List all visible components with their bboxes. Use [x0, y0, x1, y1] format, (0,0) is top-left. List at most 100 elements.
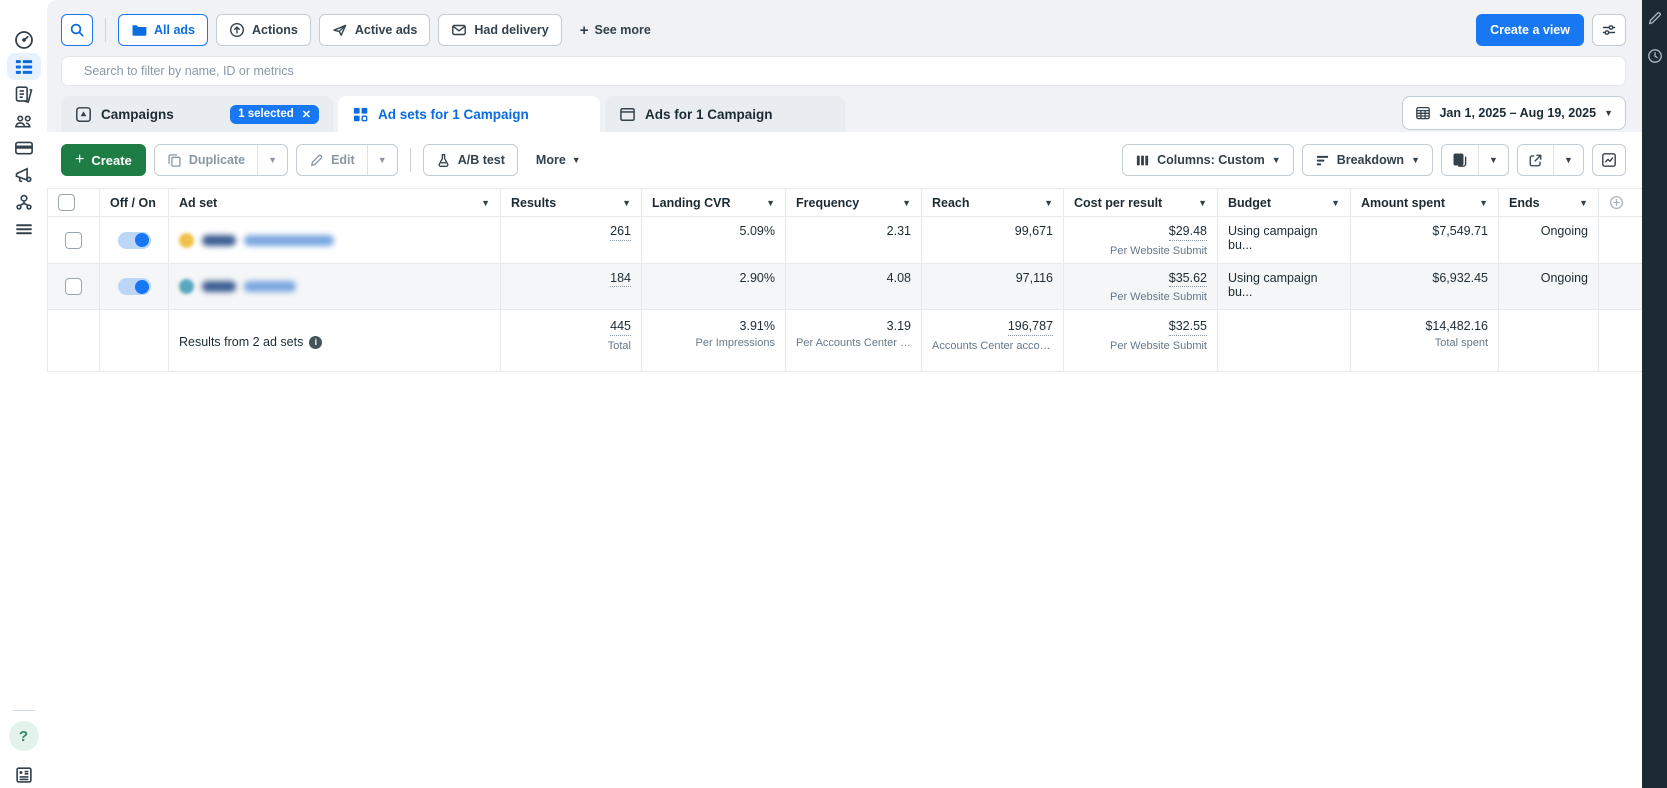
events-manager-nav-icon[interactable] — [7, 188, 41, 215]
billing-nav-icon[interactable] — [7, 134, 41, 161]
header-budget[interactable]: Budget ▼ — [1218, 189, 1351, 216]
spacer-cell — [1599, 217, 1642, 263]
more-button[interactable]: More ▼ — [526, 153, 591, 167]
filter-active-ads[interactable]: Active ads — [318, 14, 431, 46]
sort-icon[interactable]: ▼ — [481, 198, 490, 208]
filter-all-ads[interactable]: All ads — [118, 14, 208, 46]
summary-ends-cell — [1499, 310, 1599, 372]
charts-button[interactable] — [1592, 144, 1626, 176]
edit-button[interactable]: Edit — [297, 145, 367, 175]
header-landing-cvr[interactable]: Landing CVR ▼ — [642, 189, 786, 216]
columns-button[interactable]: Columns: Custom ▼ — [1122, 144, 1294, 176]
filter-actions[interactable]: Actions — [216, 14, 311, 46]
audiences-nav-icon[interactable] — [7, 107, 41, 134]
help-button[interactable]: ? — [8, 721, 39, 751]
export-dropdown-arrow[interactable]: ▼ — [1553, 145, 1583, 175]
paper-plane-icon — [332, 22, 348, 38]
filter-label: All ads — [154, 23, 195, 37]
edit-dropdown-arrow[interactable]: ▼ — [366, 145, 397, 175]
export-icon — [1528, 153, 1543, 168]
updates-news-icon[interactable] — [7, 761, 41, 788]
search-input[interactable] — [61, 56, 1626, 86]
summary-landing-cvr-cell: 3.91% Per Impressions — [642, 310, 786, 372]
ads-settings-nav-icon[interactable] — [7, 161, 41, 188]
chevron-down-icon: ▼ — [1604, 108, 1613, 118]
info-icon[interactable]: i — [309, 335, 323, 349]
export-button[interactable] — [1518, 145, 1553, 175]
tab-label: Campaigns — [101, 106, 174, 122]
add-column-button[interactable] — [1599, 189, 1642, 216]
create-a-view-button[interactable]: Create a view — [1476, 14, 1584, 46]
filter-label: Had delivery — [474, 23, 549, 37]
see-more-button[interactable]: + See more — [570, 22, 661, 39]
table-header-row: Off / On Ad set ▼ Results ▼ Landing CVR ▼ F… — [47, 188, 1642, 217]
see-more-label: See more — [594, 23, 651, 37]
duplicate-dropdown-arrow[interactable]: ▼ — [257, 145, 287, 175]
row-checkbox-cell — [47, 263, 100, 310]
header-off-on: Off / On — [100, 189, 169, 216]
reports-button[interactable] — [1442, 145, 1478, 175]
search-row — [47, 46, 1642, 86]
pencil-icon — [309, 153, 324, 168]
export-split-button: ▼ — [1517, 144, 1584, 176]
sort-icon[interactable]: ▼ — [1479, 198, 1488, 208]
create-button[interactable]: + Create — [61, 144, 146, 176]
filter-label: Actions — [252, 23, 298, 37]
redacted-name-part — [202, 281, 236, 293]
reports-nav-icon[interactable] — [7, 80, 41, 107]
duplicate-button[interactable]: Duplicate — [155, 145, 257, 175]
rail-divider — [12, 710, 35, 711]
sort-icon[interactable]: ▼ — [1198, 198, 1207, 208]
header-cost-per-result[interactable]: Cost per result ▼ — [1064, 189, 1218, 216]
breakdown-button[interactable]: Breakdown ▼ — [1301, 144, 1433, 176]
edit-pencil-icon[interactable] — [1647, 10, 1663, 26]
sort-icon[interactable]: ▼ — [766, 198, 775, 208]
header-ends[interactable]: Ends ▼ — [1499, 189, 1599, 216]
sort-icon[interactable]: ▼ — [1044, 198, 1053, 208]
ad-set-name-cell[interactable] — [169, 263, 501, 310]
row-checkbox[interactable] — [65, 231, 82, 249]
select-all-checkbox[interactable] — [58, 194, 75, 211]
ab-test-button[interactable]: A/B test — [422, 144, 518, 176]
summary-label-cell: Results from 2 ad sets i — [169, 310, 501, 372]
table-row[interactable]: 184 2.90% 4.08 97,116 $35.62 Per Website … — [47, 263, 1642, 311]
sort-icon[interactable]: ▼ — [1331, 198, 1340, 208]
landing-cvr-cell: 2.90% — [642, 263, 786, 310]
reports-dropdown-arrow[interactable]: ▼ — [1478, 145, 1508, 175]
reports-split-button: ▼ — [1441, 144, 1509, 176]
sort-icon[interactable]: ▼ — [1579, 198, 1588, 208]
sort-icon[interactable]: ▼ — [622, 198, 631, 208]
search-filter-button[interactable] — [61, 14, 93, 46]
status-toggle[interactable] — [117, 278, 151, 296]
action-toolbar: + Create Duplicate ▼ Edit ▼ A/B test Mor… — [47, 132, 1642, 188]
table-row[interactable]: 261 5.09% 2.31 99,671 $29.48 Per Website … — [47, 217, 1642, 264]
summary-frequency-cell: 3.19Per Accounts Center accou... — [786, 310, 922, 372]
summary-cost-cell: $32.55 Per Website Submit — [1064, 310, 1218, 372]
duplicate-label: Duplicate — [188, 153, 246, 167]
account-overview-icon[interactable] — [7, 26, 41, 53]
sort-icon[interactable]: ▼ — [902, 198, 911, 208]
row-checkbox[interactable] — [65, 278, 82, 296]
tab-ad-sets[interactable]: Ad sets for 1 Campaign — [338, 96, 600, 132]
date-range-picker[interactable]: Jan 1, 2025 – Aug 19, 2025 ▼ — [1402, 96, 1626, 130]
ad-set-name-cell[interactable] — [169, 217, 501, 263]
chevron-down-icon: ▼ — [1411, 155, 1420, 165]
tab-ads[interactable]: Ads for 1 Campaign — [605, 96, 845, 132]
campaigns-nav-icon[interactable] — [6, 53, 41, 80]
tab-label: Ad sets for 1 Campaign — [378, 106, 529, 122]
campaign-icon — [75, 106, 92, 123]
status-toggle[interactable] — [117, 231, 151, 249]
clear-selection-icon[interactable]: ✕ — [302, 108, 311, 121]
row-checkbox-cell — [47, 217, 100, 263]
view-settings-button[interactable] — [1592, 14, 1626, 46]
header-amount-spent[interactable]: Amount spent ▼ — [1351, 189, 1499, 216]
history-clock-icon[interactable] — [1647, 48, 1663, 64]
header-ad-set[interactable]: Ad set ▼ — [169, 189, 501, 216]
all-tools-menu-icon[interactable] — [7, 215, 41, 242]
filter-had-delivery[interactable]: Had delivery — [438, 14, 562, 46]
header-frequency[interactable]: Frequency ▼ — [786, 189, 922, 216]
header-reach[interactable]: Reach ▼ — [922, 189, 1064, 216]
header-results[interactable]: Results ▼ — [501, 189, 642, 216]
selected-badge[interactable]: 1 selected ✕ — [230, 104, 319, 124]
tab-campaigns[interactable]: Campaigns 1 selected ✕ — [61, 96, 333, 132]
